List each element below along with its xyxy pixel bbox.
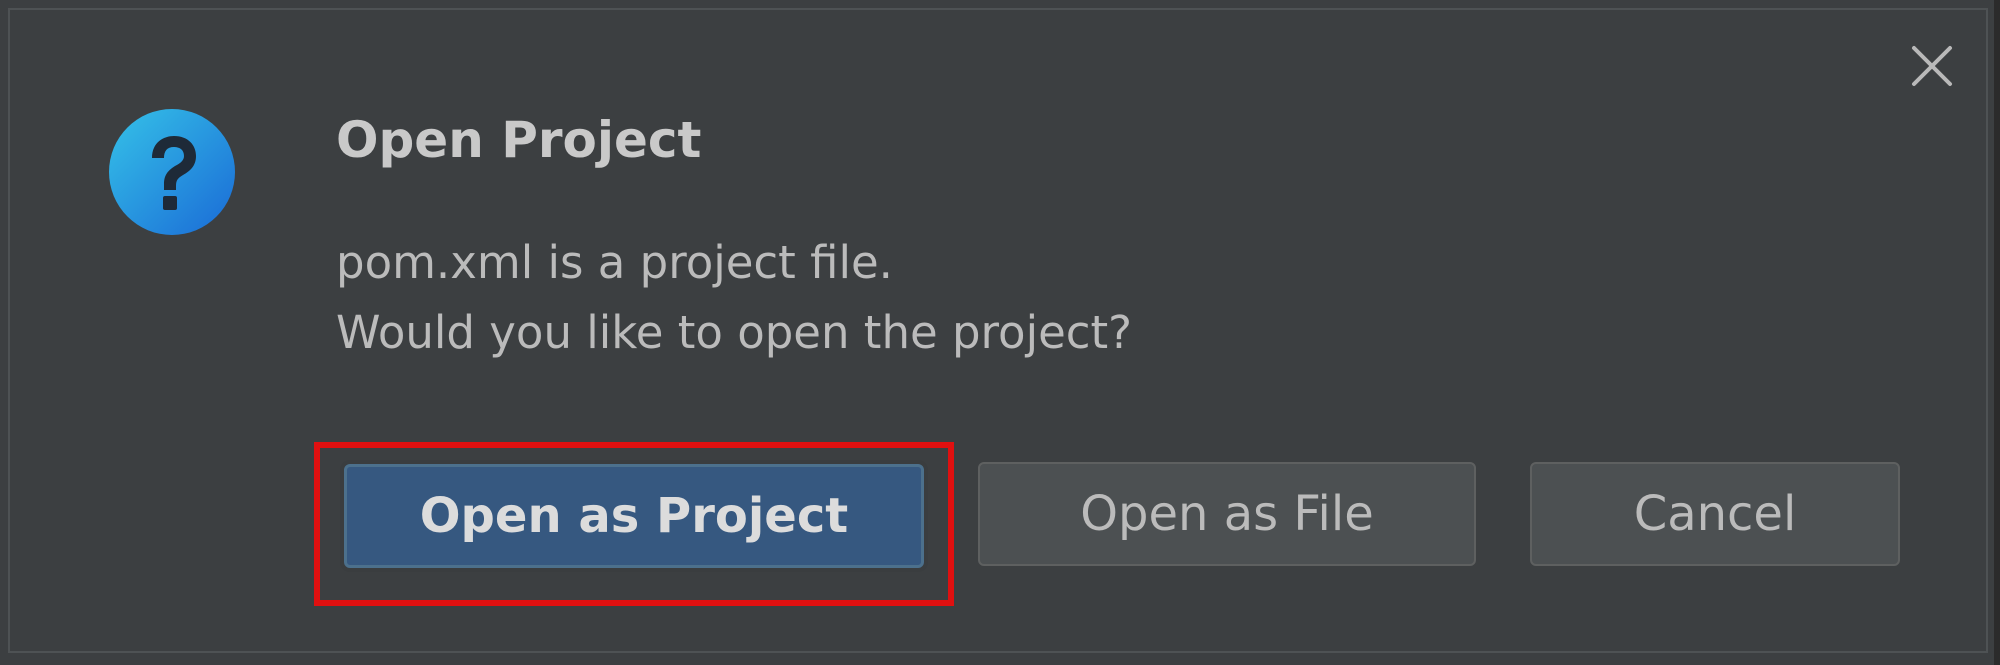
- window-edge: [1994, 0, 2000, 665]
- dialog-title: Open Project: [336, 111, 702, 169]
- dialog-message: pom.xml is a project file. Would you lik…: [336, 228, 1132, 368]
- message-line: pom.xml is a project file.: [336, 236, 893, 289]
- open-as-project-button[interactable]: Open as Project: [344, 464, 924, 568]
- message-line: Would you like to open the project?: [336, 306, 1133, 359]
- question-icon: [108, 108, 236, 236]
- close-icon: [1912, 46, 1952, 86]
- close-button[interactable]: [1906, 40, 1958, 92]
- cancel-button[interactable]: Cancel: [1530, 462, 1900, 566]
- open-as-file-button[interactable]: Open as File: [978, 462, 1476, 566]
